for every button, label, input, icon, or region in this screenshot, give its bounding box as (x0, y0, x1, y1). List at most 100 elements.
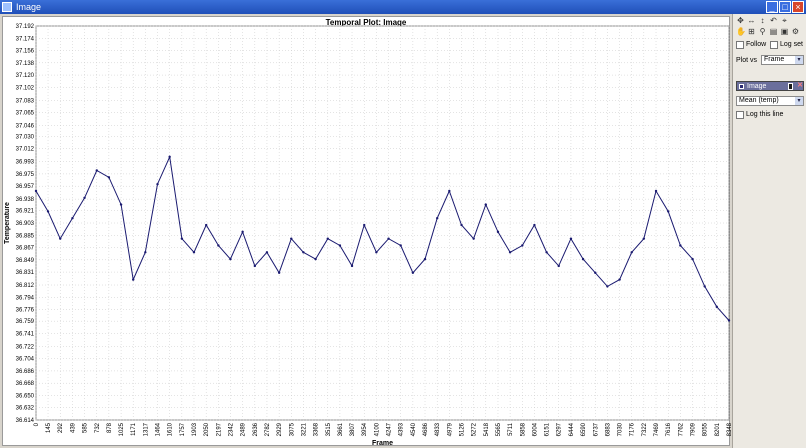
data-point (557, 264, 560, 268)
data-point (229, 257, 232, 261)
x-tick-label: 1171 (131, 422, 137, 436)
chevron-down-icon: ▾ (795, 56, 803, 64)
remove-series-icon[interactable]: ✕ (796, 82, 804, 90)
pan-icon[interactable]: ✋ (736, 27, 746, 36)
y-tick-label: 37.138 (16, 61, 35, 67)
log-set-label: Log set (780, 41, 803, 48)
crosshair-icon[interactable]: ✥ (736, 16, 745, 25)
x-axis-label: Frame (372, 440, 393, 447)
data-point (180, 237, 184, 240)
y-tick-label: 36.776 (16, 308, 35, 314)
data-point (217, 244, 220, 247)
x-tick-label: 4247 (387, 422, 393, 436)
data-point (350, 264, 354, 268)
data-point (484, 203, 487, 206)
data-point (436, 217, 439, 220)
temporal-plot-chart[interactable]: 37.192 37.174 37.156 37.138 37.120 37.102 37.0… (0, 0, 732, 448)
data-point (119, 203, 123, 206)
x-tick-label: 3807 (350, 422, 356, 436)
minimize-button[interactable]: _ (766, 1, 778, 13)
data-point (472, 237, 475, 240)
x-tick-label: 4979 (447, 422, 453, 436)
data-point (654, 189, 658, 193)
y-tick-label: 37.174 (16, 36, 35, 42)
data-point (521, 244, 524, 247)
x-tick-label: 3075 (289, 422, 295, 436)
y-tick-label: 36.722 (16, 344, 35, 350)
y-tick-label: 37.102 (16, 85, 35, 91)
undo-zoom-icon[interactable]: ↶ (769, 16, 778, 25)
magnify-icon[interactable]: ⚲ (758, 27, 767, 36)
x-tick-label: 1317 (143, 422, 149, 436)
log-this-line-label: Log this line (746, 111, 784, 118)
x-tick-label: 4393 (399, 422, 405, 436)
data-point (618, 278, 621, 281)
data-point (715, 305, 718, 309)
data-point (375, 251, 378, 254)
data-point (399, 244, 402, 247)
x-tick-label: 7469 (654, 422, 660, 436)
follow-checkbox[interactable] (736, 41, 744, 49)
cursor-icon[interactable]: ⌖ (780, 16, 789, 25)
x-tick-label: 6737 (593, 422, 599, 436)
y-tick-label: 36.957 (16, 184, 35, 190)
data-point (460, 223, 463, 227)
log-set-checkbox[interactable] (770, 41, 778, 49)
x-tick-label: 5711 (508, 422, 514, 436)
data-point (363, 223, 366, 227)
data-point (508, 251, 512, 254)
data-point (302, 251, 305, 254)
x-tick-label: 1903 (192, 422, 198, 436)
x-tick-label: 6590 (581, 422, 587, 436)
zoom-x-icon[interactable]: ↔ (747, 16, 756, 25)
data-point (727, 319, 731, 322)
series-name: Image (747, 83, 767, 90)
zoom-y-icon[interactable]: ↕ (758, 16, 767, 25)
data-point (241, 230, 244, 234)
log-this-line-checkbox[interactable] (736, 111, 744, 119)
y-tick-label: 36.741 (16, 331, 35, 337)
series-toggle-icon[interactable] (739, 84, 744, 89)
statistic-value: Mean (temp) (739, 97, 779, 104)
x-tick-label: 0 (34, 422, 40, 426)
close-button[interactable]: × (792, 1, 804, 13)
data-point (448, 189, 451, 193)
x-tick-label: 2489 (241, 422, 247, 436)
x-tick-label: 732 (95, 422, 101, 433)
plot-vs-dropdown[interactable]: Frame ▾ (761, 55, 804, 65)
x-tick-label: 5858 (520, 422, 526, 436)
statistic-dropdown[interactable]: Mean (temp) ▾ (736, 96, 804, 106)
x-tick-label: 3221 (301, 422, 307, 436)
x-tick-label: 292 (58, 422, 64, 433)
x-tick-label: 5272 (472, 422, 478, 436)
x-tick-label: 5126 (460, 422, 466, 436)
data-point (34, 189, 38, 193)
y-tick-label: 36.668 (16, 381, 35, 387)
x-tick-label: 3661 (338, 422, 344, 436)
data-point (496, 230, 500, 234)
x-tick-label: 3515 (326, 422, 332, 436)
x-tick-label: 145 (46, 422, 52, 433)
data-point (545, 251, 548, 254)
data-point (253, 264, 257, 268)
x-tick-label: 4686 (423, 422, 429, 436)
maximize-button[interactable]: □ (779, 1, 791, 13)
save-icon[interactable]: ▣ (780, 27, 789, 36)
zoom-box-icon[interactable]: ⊞ (747, 27, 756, 36)
y-tick-label: 36.885 (16, 233, 35, 239)
data-point (387, 237, 390, 240)
y-tick-label: 37.012 (16, 147, 35, 153)
x-tick-label: 3954 (362, 422, 368, 436)
y-tick-label: 36.831 (16, 270, 35, 276)
series-color-swatch[interactable] (788, 83, 793, 90)
x-tick-label: 7030 (618, 422, 624, 436)
print-icon[interactable]: ▤ (769, 27, 778, 36)
series-row-image[interactable]: Image ✕ (736, 81, 804, 91)
x-tick-label: 439 (70, 422, 76, 433)
x-tick-label: 4833 (435, 422, 441, 436)
settings-icon[interactable]: ⚙ (791, 27, 800, 36)
data-point (83, 196, 86, 199)
chevron-down-icon: ▾ (795, 97, 803, 105)
data-point (144, 251, 147, 254)
y-axis-label: Temperature (4, 202, 11, 244)
